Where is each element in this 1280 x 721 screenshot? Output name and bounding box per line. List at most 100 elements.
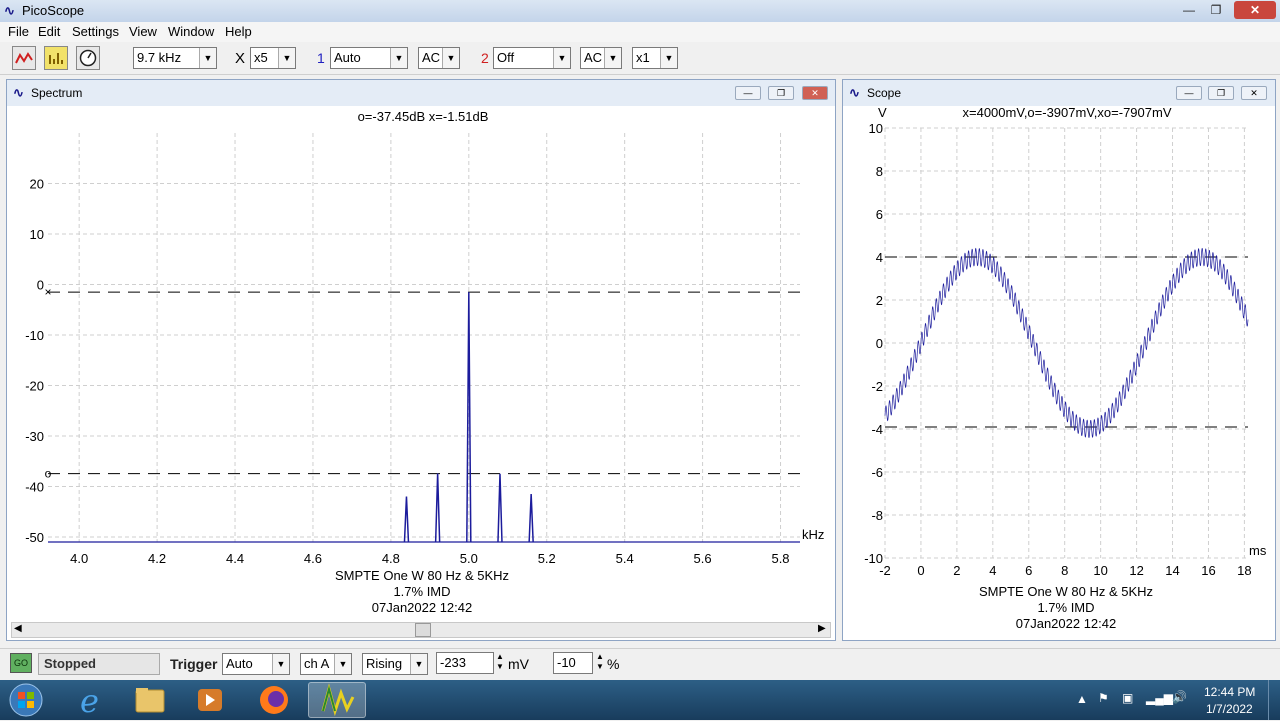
scope-x-tick-label: 0 bbox=[917, 563, 924, 578]
trigger-level-input[interactable]: -233 bbox=[436, 652, 494, 674]
scope-y-tick-label: -8 bbox=[871, 508, 883, 523]
timebase-select[interactable]: 9.7 kHz ▼ bbox=[133, 47, 217, 69]
channel-2-coupling-select[interactable]: AC ▼ bbox=[580, 47, 622, 69]
scope-x-tick-label: 8 bbox=[1061, 563, 1068, 578]
spectrum-y-tick-label: -20 bbox=[25, 378, 44, 393]
spectrum-grid bbox=[48, 133, 800, 542]
action-center-flag-icon[interactable]: ⚑ bbox=[1098, 691, 1109, 705]
windows-logo-icon bbox=[9, 683, 43, 717]
spectrum-window: ∿ Spectrum — ❐ ✕ o=-37.45dB x=-1.51dB 20… bbox=[6, 79, 836, 641]
spectrum-x-ticks: 4.0 4.2 4.4 4.6 4.8 5.0 5.2 5.4 5.6 5.8 bbox=[70, 551, 789, 566]
spectrum-mode-button[interactable] bbox=[44, 46, 68, 70]
channel-1-coupling-select[interactable]: AC ▼ bbox=[418, 47, 460, 69]
scope-maximize-button[interactable]: ❐ bbox=[1208, 86, 1234, 100]
channel-1-range-select[interactable]: Auto ▼ bbox=[330, 47, 408, 69]
status-bar: GO Stopped Trigger Auto ▼ ch A ▼ Rising ▼ -… bbox=[0, 648, 1280, 679]
scope-window-title: Scope bbox=[867, 86, 902, 100]
spectrum-readout: o=-37.45dB x=-1.51dB bbox=[358, 109, 489, 124]
scrollbar-thumb[interactable] bbox=[415, 623, 431, 637]
channel-2-multiplier-select[interactable]: x1 ▼ bbox=[632, 47, 678, 69]
spectrum-plot[interactable]: o=-37.45dB x=-1.51dB 20 10 0 -10 -20 -30 -40 -5… bbox=[7, 106, 835, 624]
pretrigger-stepper[interactable]: ▲ ▼ bbox=[594, 652, 606, 674]
scope-x-tick-label: 4 bbox=[989, 563, 996, 578]
trigger-edge-select[interactable]: Rising ▼ bbox=[362, 653, 428, 675]
volume-icon[interactable]: 🔊 bbox=[1172, 690, 1187, 704]
scope-window: ∿ Scope — ❐ ✕ V x=4000mV,o=-3907mV,xo=-7… bbox=[842, 79, 1276, 641]
spectrum-caption-date: 07Jan2022 12:42 bbox=[372, 600, 472, 615]
run-status: Stopped bbox=[38, 653, 160, 675]
scope-readout: x=4000mV,o=-3907mV,xo=-7907mV bbox=[963, 105, 1172, 120]
scope-x-tick-label: 14 bbox=[1165, 563, 1179, 578]
media-player-taskbar-button[interactable] bbox=[184, 682, 236, 718]
close-button[interactable]: ✕ bbox=[1234, 1, 1276, 19]
menu-window[interactable]: Window bbox=[168, 24, 214, 39]
meter-mode-button[interactable] bbox=[76, 46, 100, 70]
trigger-level-stepper[interactable]: ▲ ▼ bbox=[494, 652, 506, 674]
picoscope-icon bbox=[321, 683, 355, 717]
restore-button[interactable]: ❐ bbox=[1203, 1, 1229, 19]
menu-view[interactable]: View bbox=[129, 24, 157, 39]
scope-mode-button[interactable] bbox=[12, 46, 36, 70]
spectrum-cursors[interactable]: ×o bbox=[44, 285, 800, 481]
chevron-down-icon: ▼ bbox=[410, 654, 427, 674]
trigger-label: Trigger bbox=[170, 656, 218, 672]
menu-file[interactable]: File bbox=[8, 24, 29, 39]
spectrum-x-tick-label: 5.4 bbox=[616, 551, 634, 566]
svg-text:e: e bbox=[80, 682, 99, 718]
pretrigger-input[interactable]: -10 bbox=[553, 652, 593, 674]
scroll-left-icon[interactable]: ◀ bbox=[14, 623, 22, 634]
channel-2-label: 2 bbox=[481, 50, 489, 66]
spectrum-y-tick-label: 10 bbox=[30, 227, 44, 242]
device-icon[interactable]: ▣ bbox=[1122, 691, 1133, 705]
spectrum-caption-title: SMPTE One W 80 Hz & 5KHz bbox=[335, 568, 509, 583]
trigger-mode-select[interactable]: Auto ▼ bbox=[222, 653, 290, 675]
scope-x-tick-label: 2 bbox=[953, 563, 960, 578]
clock-time[interactable]: 12:44 PM bbox=[1204, 685, 1255, 699]
scroll-right-icon[interactable]: ▶ bbox=[818, 623, 826, 634]
show-desktop-button[interactable] bbox=[1268, 680, 1280, 720]
spectrum-caption-imd: 1.7% IMD bbox=[393, 584, 450, 599]
spectrum-peak bbox=[528, 493, 534, 543]
spectrum-peak bbox=[497, 473, 503, 543]
trigger-channel-select[interactable]: ch A ▼ bbox=[300, 653, 352, 675]
internet-explorer-icon: e bbox=[80, 682, 99, 720]
scope-minimize-button[interactable]: — bbox=[1176, 86, 1202, 100]
channel-2-range-select[interactable]: Off ▼ bbox=[493, 47, 571, 69]
file-explorer-taskbar-button[interactable] bbox=[124, 682, 176, 718]
scope-plot[interactable]: V x=4000mV,o=-3907mV,xo=-7907mV 10 8 6 4 2 0 -… bbox=[843, 102, 1275, 638]
picoscope-taskbar-button[interactable] bbox=[308, 682, 366, 718]
network-signal-icon[interactable]: ▂▄▆ bbox=[1146, 691, 1173, 705]
spectrum-maximize-button[interactable]: ❐ bbox=[768, 86, 794, 100]
menu-edit[interactable]: Edit bbox=[38, 24, 60, 39]
clock-date[interactable]: 1/7/2022 bbox=[1206, 702, 1253, 716]
go-button[interactable]: GO bbox=[10, 653, 32, 673]
meter-icon bbox=[79, 49, 97, 67]
scope-y-ticks: 1086420-2-4-6-8-10 bbox=[864, 121, 883, 566]
internet-explorer-taskbar-button[interactable]: e bbox=[66, 682, 118, 720]
spectrum-mode-icon bbox=[49, 53, 63, 64]
scope-x-tick-label: 6 bbox=[1025, 563, 1032, 578]
menu-settings[interactable]: Settings bbox=[72, 24, 119, 39]
spectrum-y-tick-label: -40 bbox=[25, 479, 44, 494]
minimize-button[interactable]: — bbox=[1176, 1, 1202, 19]
spectrum-minimize-button[interactable]: — bbox=[735, 86, 761, 100]
scope-y-tick-label: 2 bbox=[876, 293, 883, 308]
start-button[interactable] bbox=[6, 682, 46, 718]
x-multiplier-select[interactable]: x5 ▼ bbox=[250, 47, 296, 69]
spectrum-scrollbar[interactable]: ◀ ▶ bbox=[11, 622, 831, 638]
scope-cursors[interactable] bbox=[885, 256, 1248, 428]
spectrum-x-tick-label: 5.0 bbox=[460, 551, 478, 566]
scope-grid bbox=[884, 127, 1248, 559]
menu-help[interactable]: Help bbox=[225, 24, 252, 39]
scope-y-tick-label: 10 bbox=[869, 121, 883, 136]
scope-y-tick-label: -4 bbox=[871, 422, 883, 437]
spectrum-close-button[interactable]: ✕ bbox=[802, 86, 828, 100]
spectrum-x-tick-label: 4.8 bbox=[382, 551, 400, 566]
spectrum-cursor-x-marker: × bbox=[44, 285, 51, 299]
menu-bar: File Edit Settings View Window Help bbox=[0, 22, 1280, 42]
spectrum-y-tick-label: -30 bbox=[25, 429, 44, 444]
scope-close-button[interactable]: ✕ bbox=[1241, 86, 1267, 100]
scope-y-unit: V bbox=[878, 105, 887, 120]
firefox-taskbar-button[interactable] bbox=[248, 682, 300, 718]
tray-expand-icon[interactable]: ▲ bbox=[1076, 692, 1088, 706]
